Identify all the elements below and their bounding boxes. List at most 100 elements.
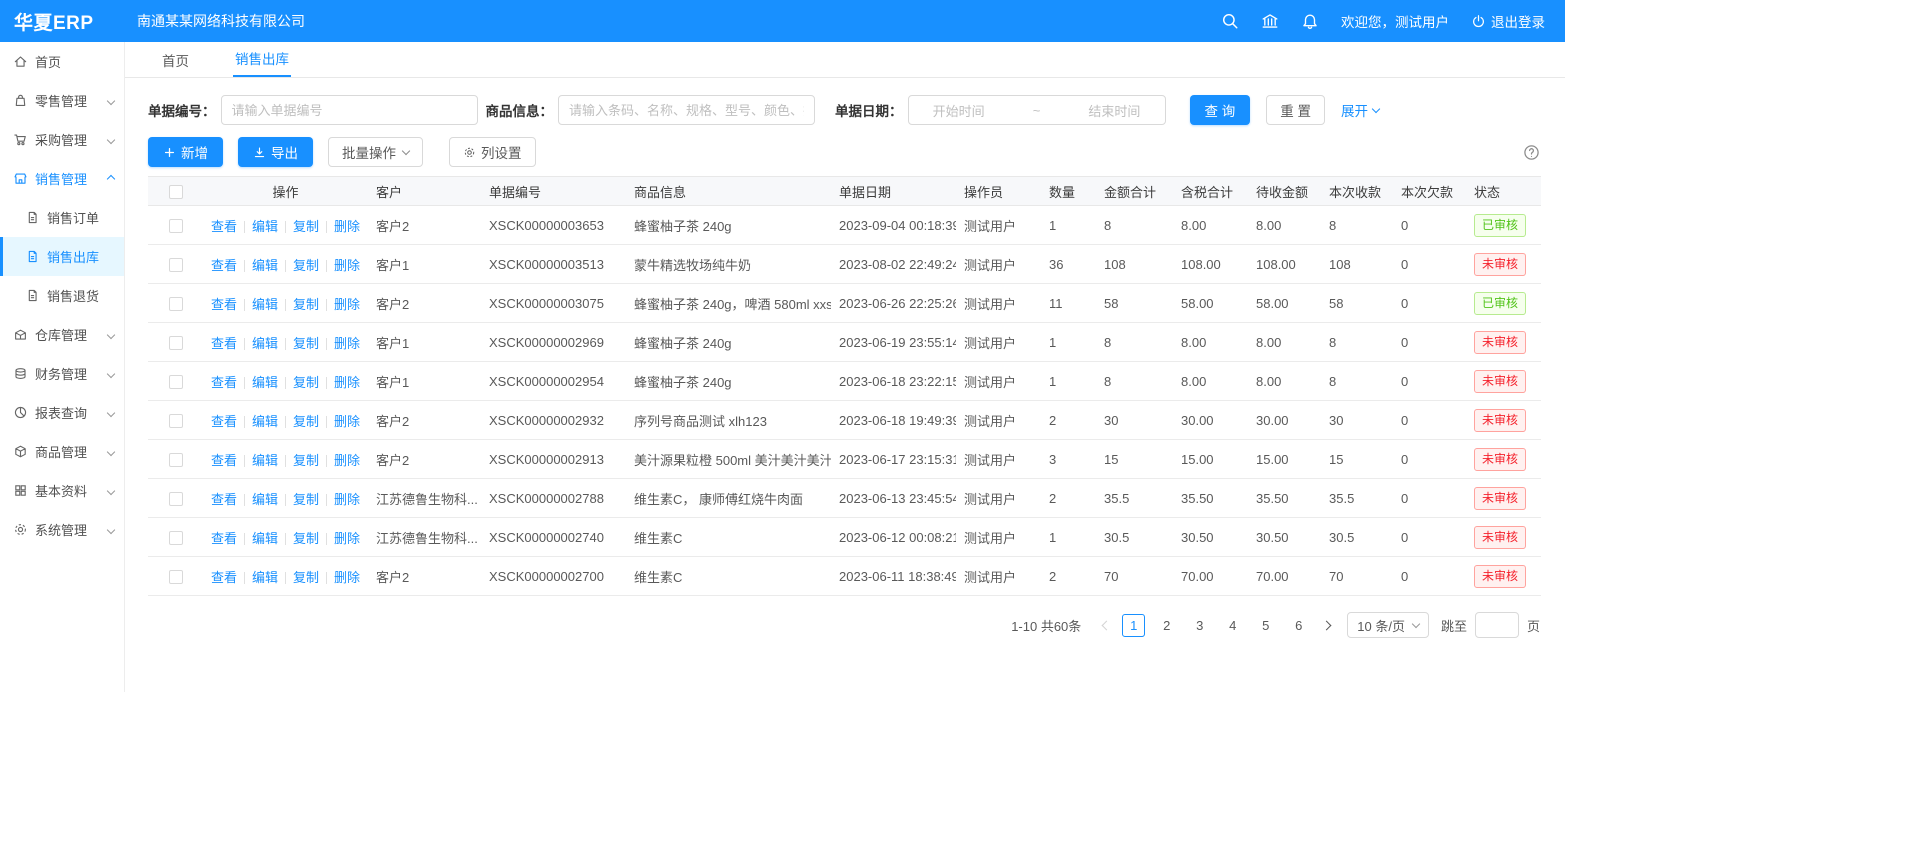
row-action-edit[interactable]: 编辑 [252, 258, 278, 273]
row-action-delete[interactable]: 删除 [334, 375, 360, 390]
sidebar-item-products[interactable]: 商品管理 [0, 432, 124, 471]
row-action-view[interactable]: 查看 [211, 258, 237, 273]
cell-tax_total: 8.00 [1173, 206, 1248, 245]
tab-home[interactable]: 首页 [160, 46, 191, 78]
row-action-edit[interactable]: 编辑 [252, 297, 278, 312]
sidebar-item-sales-outbound[interactable]: 销售出库 [0, 237, 124, 276]
row-action-copy[interactable]: 复制 [293, 258, 319, 273]
row-action-edit[interactable]: 编辑 [252, 414, 278, 429]
row-action-edit[interactable]: 编辑 [252, 531, 278, 546]
row-action-delete[interactable]: 删除 [334, 336, 360, 351]
row-action-copy[interactable]: 复制 [293, 570, 319, 585]
row-action-delete[interactable]: 删除 [334, 570, 360, 585]
row-action-delete[interactable]: 删除 [334, 453, 360, 468]
row-action-view[interactable]: 查看 [211, 375, 237, 390]
doc-no-input[interactable] [221, 95, 478, 125]
batch-operations-button[interactable]: 批量操作 [328, 137, 423, 167]
page-size-select[interactable]: 10 条/页 [1347, 612, 1429, 638]
sidebar-item-sales-order[interactable]: 销售订单 [0, 198, 124, 237]
sidebar-item-warehouse[interactable]: 仓库管理 [0, 315, 124, 354]
help-icon[interactable] [1523, 144, 1540, 161]
row-action-copy[interactable]: 复制 [293, 414, 319, 429]
row-checkbox[interactable] [169, 414, 183, 428]
row-action-view[interactable]: 查看 [211, 336, 237, 351]
search-icon[interactable] [1221, 12, 1239, 30]
cell-customer: 江苏德鲁生物科... [368, 518, 481, 557]
row-action-delete[interactable]: 删除 [334, 258, 360, 273]
reset-button[interactable]: 重 置 [1266, 95, 1325, 125]
page-number-2[interactable]: 2 [1155, 614, 1178, 637]
document-icon [25, 210, 40, 225]
row-checkbox[interactable] [169, 258, 183, 272]
header-actions: 操作 [203, 177, 368, 206]
jump-to-input[interactable] [1475, 612, 1519, 638]
row-action-view[interactable]: 查看 [211, 531, 237, 546]
date-range-input[interactable]: 开始时间 ~ 结束时间 [908, 95, 1166, 125]
next-page-button[interactable] [1315, 613, 1337, 637]
row-action-view[interactable]: 查看 [211, 219, 237, 234]
expand-link[interactable]: 展开 [1341, 100, 1379, 120]
row-checkbox[interactable] [169, 297, 183, 311]
row-action-copy[interactable]: 复制 [293, 492, 319, 507]
row-action-view[interactable]: 查看 [211, 492, 237, 507]
page-number-5[interactable]: 5 [1254, 614, 1277, 637]
sidebar-item-basic-data[interactable]: 基本资料 [0, 471, 124, 510]
row-action-delete[interactable]: 删除 [334, 531, 360, 546]
cell-operator: 测试用户 [956, 362, 1041, 401]
sidebar-item-reports[interactable]: 报表查询 [0, 393, 124, 432]
table-row: 查看编辑复制删除客户1XSCK00000002954蜂蜜柚子茶 240g2023… [148, 362, 1541, 401]
row-action-copy[interactable]: 复制 [293, 336, 319, 351]
page-number-1[interactable]: 1 [1122, 614, 1145, 637]
sidebar-item-retail[interactable]: 零售管理 [0, 81, 124, 120]
row-action-edit[interactable]: 编辑 [252, 219, 278, 234]
add-button[interactable]: 新增 [148, 137, 223, 167]
export-button[interactable]: 导出 [238, 137, 313, 167]
row-action-view[interactable]: 查看 [211, 414, 237, 429]
sidebar-item-home[interactable]: 首页 [0, 42, 124, 81]
page-number-6[interactable]: 6 [1287, 614, 1310, 637]
bell-icon[interactable] [1301, 12, 1319, 30]
row-action-delete[interactable]: 删除 [334, 219, 360, 234]
row-checkbox[interactable] [169, 531, 183, 545]
column-settings-button[interactable]: 列设置 [449, 137, 536, 167]
sidebar-item-finance[interactable]: 财务管理 [0, 354, 124, 393]
row-checkbox[interactable] [169, 219, 183, 233]
row-action-edit[interactable]: 编辑 [252, 570, 278, 585]
bank-icon[interactable] [1261, 12, 1279, 30]
row-action-copy[interactable]: 复制 [293, 219, 319, 234]
row-action-copy[interactable]: 复制 [293, 453, 319, 468]
search-button[interactable]: 查 询 [1190, 95, 1251, 125]
sidebar-item-purchase[interactable]: 采购管理 [0, 120, 124, 159]
logout-button[interactable]: 退出登录 [1471, 11, 1545, 31]
select-all-checkbox[interactable] [169, 185, 183, 199]
row-action-view[interactable]: 查看 [211, 453, 237, 468]
row-action-edit[interactable]: 编辑 [252, 492, 278, 507]
row-checkbox[interactable] [169, 570, 183, 584]
sidebar-item-sales-return[interactable]: 销售退货 [0, 276, 124, 315]
action-separator [244, 299, 245, 311]
row-checkbox[interactable] [169, 336, 183, 350]
row-checkbox[interactable] [169, 375, 183, 389]
page-number-4[interactable]: 4 [1221, 614, 1244, 637]
row-action-delete[interactable]: 删除 [334, 414, 360, 429]
row-checkbox[interactable] [169, 492, 183, 506]
row-action-copy[interactable]: 复制 [293, 531, 319, 546]
tab-sales-outbound[interactable]: 销售出库 [233, 44, 291, 78]
sidebar-item-sales[interactable]: 销售管理 [0, 159, 124, 198]
row-action-view[interactable]: 查看 [211, 297, 237, 312]
pagination-total: 1-10 共60条 [1011, 616, 1081, 635]
page-number-3[interactable]: 3 [1188, 614, 1211, 637]
row-action-edit[interactable]: 编辑 [252, 375, 278, 390]
row-action-edit[interactable]: 编辑 [252, 336, 278, 351]
row-action-delete[interactable]: 删除 [334, 297, 360, 312]
row-checkbox[interactable] [169, 453, 183, 467]
row-action-copy[interactable]: 复制 [293, 297, 319, 312]
prev-page-button[interactable] [1095, 613, 1117, 637]
row-action-delete[interactable]: 删除 [334, 492, 360, 507]
row-action-copy[interactable]: 复制 [293, 375, 319, 390]
product-info-input[interactable] [558, 95, 815, 125]
row-action-edit[interactable]: 编辑 [252, 453, 278, 468]
action-separator [326, 299, 327, 311]
sidebar-item-system[interactable]: 系统管理 [0, 510, 124, 549]
row-action-view[interactable]: 查看 [211, 570, 237, 585]
